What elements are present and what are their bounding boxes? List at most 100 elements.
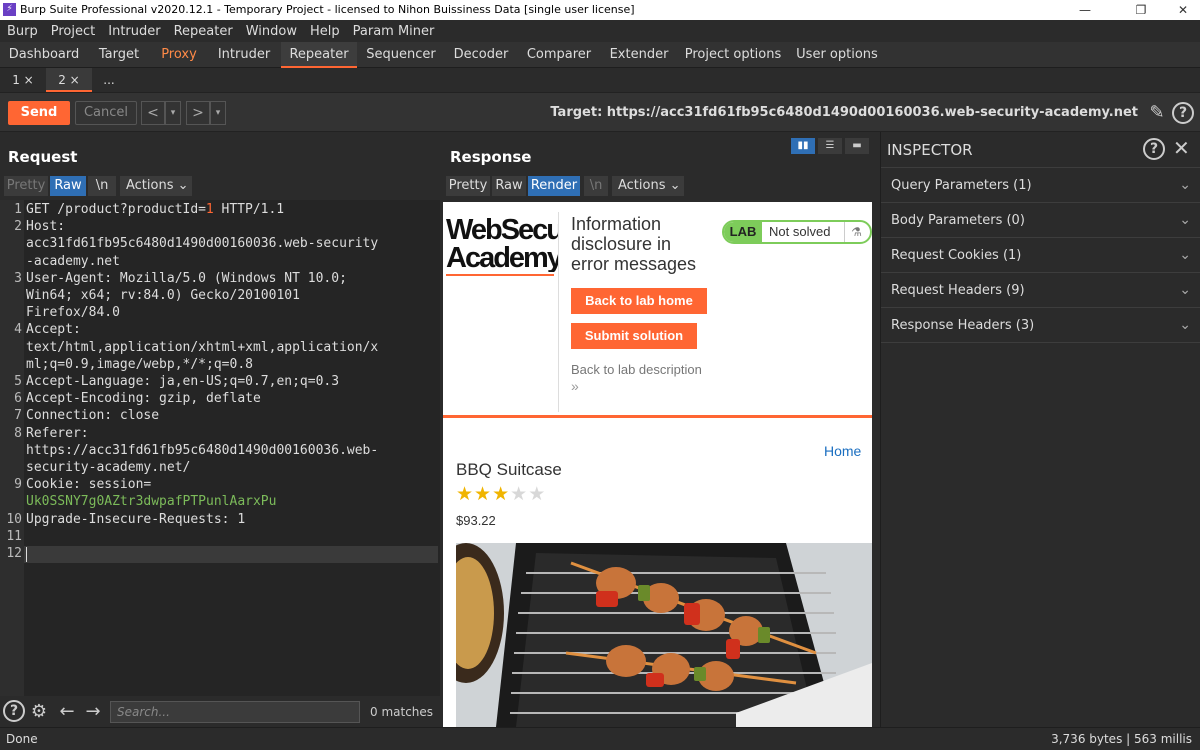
search-matches: 0 matches bbox=[370, 705, 434, 719]
chevron-down-icon: ⌄ bbox=[1179, 282, 1191, 298]
response-size-timing: 3,736 bytes | 563 millis bbox=[1051, 732, 1192, 746]
tab-extender[interactable]: Extender bbox=[600, 42, 678, 68]
line-number: 7 bbox=[14, 408, 22, 424]
settings-gear-icon[interactable]: ⚙ bbox=[27, 700, 51, 724]
line-number: 3 bbox=[14, 270, 22, 286]
cancel-button[interactable]: Cancel bbox=[75, 101, 137, 125]
chevron-down-icon: ⌄ bbox=[1179, 317, 1191, 333]
tab-comparer[interactable]: Comparer bbox=[518, 42, 600, 68]
search-help-icon[interactable]: ? bbox=[3, 700, 25, 722]
subtab-2[interactable]: 2 × bbox=[46, 68, 92, 92]
layout-tabs-icon[interactable]: ▬ bbox=[845, 138, 869, 154]
edit-target-icon[interactable]: ✎ bbox=[1146, 102, 1168, 124]
back-to-lab-description-link[interactable]: Back to lab description bbox=[571, 362, 702, 377]
request-line: text/html,application/xhtml+xml,applicat… bbox=[26, 340, 378, 355]
request-tab-newline[interactable]: \n bbox=[88, 176, 116, 196]
response-tab-render[interactable]: Render bbox=[528, 176, 580, 196]
submit-solution-button[interactable]: Submit solution bbox=[571, 323, 697, 349]
menu-window[interactable]: Window bbox=[239, 21, 303, 43]
restore-icon[interactable]: ❐ bbox=[1118, 0, 1164, 20]
tab-decoder[interactable]: Decoder bbox=[444, 42, 518, 68]
burp-logo-icon: ⚡ bbox=[3, 3, 16, 16]
request-line-text: security-academy.net/ bbox=[26, 460, 191, 475]
close-inspector-icon[interactable]: ✕ bbox=[1173, 136, 1190, 160]
line-number: 11 bbox=[6, 528, 22, 544]
request-line-text: GET /product?productId= bbox=[26, 202, 207, 217]
http-version: HTTP/1.1 bbox=[213, 202, 285, 217]
home-link[interactable]: Home bbox=[824, 443, 861, 459]
inspector-query-parameters[interactable]: Query Parameters (1) ⌄ bbox=[881, 168, 1200, 203]
menu-burp[interactable]: Burp bbox=[0, 21, 44, 43]
menu-param-miner[interactable]: Param Miner bbox=[346, 21, 441, 43]
tab-intruder[interactable]: Intruder bbox=[208, 42, 280, 68]
header-bottom-rule bbox=[443, 415, 872, 418]
tab-target[interactable]: Target bbox=[88, 42, 150, 68]
tab-dashboard[interactable]: Dashboard bbox=[0, 42, 88, 68]
search-input[interactable]: Search... bbox=[110, 701, 360, 723]
history-forward-icon[interactable]: > bbox=[186, 101, 210, 125]
request-line: Accept: bbox=[26, 322, 81, 337]
inspector-request-headers[interactable]: Request Headers (9) ⌄ bbox=[881, 273, 1200, 308]
subtab-1[interactable]: 1 × bbox=[0, 68, 46, 92]
search-previous-icon[interactable]: ← bbox=[55, 700, 79, 724]
menu-repeater[interactable]: Repeater bbox=[167, 21, 239, 43]
minimize-icon[interactable]: — bbox=[1062, 0, 1108, 20]
history-back-dropdown-icon[interactable]: ▾ bbox=[165, 101, 181, 125]
response-tab-newline[interactable]: \n bbox=[584, 176, 608, 196]
product-rating: ★★★★★ bbox=[456, 483, 546, 506]
request-line: Cookie: session= bbox=[26, 477, 151, 492]
response-title: Response bbox=[450, 148, 532, 166]
product-name: BBQ Suitcase bbox=[456, 460, 562, 479]
send-button[interactable]: Send bbox=[8, 101, 70, 125]
line-number: 4 bbox=[14, 322, 22, 338]
request-line-text: Host: bbox=[26, 219, 66, 235]
lab-badge: LAB bbox=[724, 222, 762, 242]
rendered-page: WebSecu Academy Information disclosure i… bbox=[443, 202, 872, 727]
history-forward-dropdown-icon[interactable]: ▾ bbox=[210, 101, 226, 125]
menu-help[interactable]: Help bbox=[303, 21, 346, 43]
web-security-academy-logo[interactable]: WebSecu Academy bbox=[446, 216, 558, 272]
response-panel: Response ▮▮ ☰ ▬ Pretty Raw Render \n Act… bbox=[442, 132, 878, 727]
request-tab-pretty[interactable]: Pretty bbox=[4, 176, 48, 196]
lab-status-widget: LAB Not solved ⚗ bbox=[722, 220, 872, 244]
inspector-request-cookies[interactable]: Request Cookies (1) ⌄ bbox=[881, 238, 1200, 273]
chevron-down-icon: ⌄ bbox=[1179, 212, 1191, 228]
menu-project[interactable]: Project bbox=[44, 21, 101, 43]
request-editor[interactable]: GET /product?productId= 1 HTTP/1.1 Host: ac… bbox=[0, 200, 440, 696]
tab-repeater[interactable]: Repeater bbox=[281, 42, 357, 68]
response-tab-raw[interactable]: Raw bbox=[492, 176, 526, 196]
inspector-help-icon[interactable]: ? bbox=[1143, 138, 1165, 160]
request-line: security-academy.net/ bbox=[26, 460, 190, 475]
request-tab-raw[interactable]: Raw bbox=[50, 176, 86, 196]
layout-top-bottom-icon[interactable]: ☰ bbox=[818, 138, 842, 154]
target-label[interactable]: Target: https://acc31fd61fb95c6480d1490d… bbox=[550, 105, 1138, 120]
request-line: User-Agent: Mozilla/5.0 (Windows NT 10.0… bbox=[26, 271, 347, 286]
subtab-more[interactable]: ... bbox=[92, 68, 126, 92]
tab-proxy[interactable]: Proxy bbox=[150, 42, 208, 68]
request-actions-button[interactable]: Actions ⌄ bbox=[120, 176, 192, 196]
menu-intruder[interactable]: Intruder bbox=[101, 21, 166, 43]
request-line-text: Connection: close bbox=[26, 408, 160, 424]
header-divider bbox=[558, 212, 559, 412]
chevron-down-icon: ⌄ bbox=[177, 178, 189, 193]
request-line-text: Accept: bbox=[26, 322, 81, 338]
layout-side-by-side-icon[interactable]: ▮▮ bbox=[791, 138, 815, 154]
request-line: 1 HTTP/1.1 bbox=[206, 202, 284, 217]
back-to-lab-home-button[interactable]: Back to lab home bbox=[571, 288, 707, 314]
star-filled-icon: ★ bbox=[492, 484, 511, 505]
tab-sequencer[interactable]: Sequencer bbox=[358, 42, 444, 68]
inspector-body-parameters[interactable]: Body Parameters (0) ⌄ bbox=[881, 203, 1200, 238]
inspector-response-headers[interactable]: Response Headers (3) ⌄ bbox=[881, 308, 1200, 343]
tab-user-options[interactable]: User options bbox=[788, 42, 886, 68]
response-tab-pretty[interactable]: Pretty bbox=[446, 176, 490, 196]
close-window-icon[interactable]: ✕ bbox=[1160, 0, 1200, 20]
chevron-down-icon: ⌄ bbox=[1179, 177, 1191, 193]
help-icon[interactable]: ? bbox=[1172, 102, 1194, 124]
tab-project-options[interactable]: Project options bbox=[678, 42, 788, 68]
repeater-subtabs: 1 × 2 × ... bbox=[0, 68, 1200, 92]
history-back-icon[interactable]: < bbox=[141, 101, 165, 125]
product-price: $93.22 bbox=[456, 513, 496, 528]
response-actions-button[interactable]: Actions ⌄ bbox=[612, 176, 684, 196]
search-next-icon[interactable]: → bbox=[81, 700, 105, 724]
repeater-toolbar: Send Cancel < ▾ > ▾ Target: https://acc3… bbox=[0, 92, 1200, 132]
